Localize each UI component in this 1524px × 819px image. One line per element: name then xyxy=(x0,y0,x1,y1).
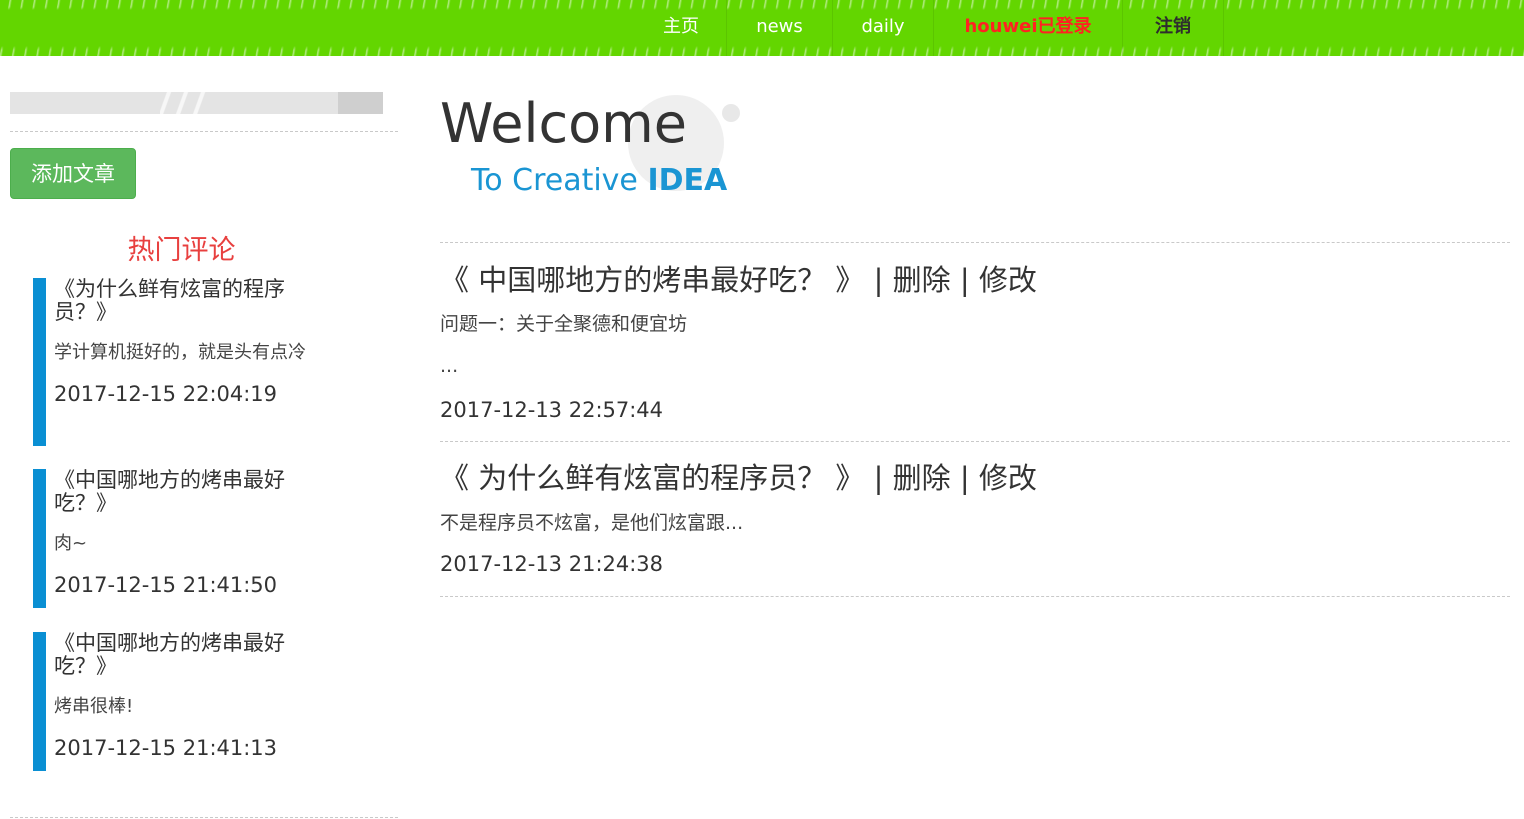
title-separator: | xyxy=(959,461,970,495)
title-separator: | xyxy=(873,263,884,297)
sidebar-divider-bottom xyxy=(10,817,398,818)
title-separator: | xyxy=(873,461,884,495)
article-heading: 《 为什么鲜有炫富的程序员？ 》 | 删除 | 修改 xyxy=(440,455,1037,497)
article-date: 2017-12-13 22:57:44 xyxy=(440,398,664,422)
hot-comment-item: 《为什么鲜有炫富的程序员？》 学计算机挺好的，就是头有点冷 2017-12-15… xyxy=(33,278,333,446)
comment-date: 2017-12-15 21:41:13 xyxy=(54,736,278,760)
page-tagline: To Creative IDEA xyxy=(471,163,727,198)
delete-article-link[interactable]: 删除 xyxy=(893,263,951,297)
nav-menu: 主页 news daily houwei已登录 注销 xyxy=(636,0,1224,56)
article-excerpt: 不是程序员不炫富，是他们炫富跟... xyxy=(440,512,744,534)
article-divider xyxy=(440,242,1510,243)
page-title: Welcome xyxy=(440,92,688,155)
add-article-button[interactable]: 添加文章 xyxy=(10,148,136,199)
tagline-prefix: To Creative xyxy=(471,163,638,198)
comment-article-title[interactable]: 《中国哪地方的烤串最好吃？》 xyxy=(54,632,333,678)
comment-date: 2017-12-15 21:41:50 xyxy=(54,573,278,597)
article-heading: 《 中国哪地方的烤串最好吃？ 》 | 删除 | 修改 xyxy=(440,257,1037,299)
sidebar-divider-top xyxy=(10,131,398,132)
search-bar-decoration xyxy=(160,92,210,114)
article-date: 2017-12-13 21:24:38 xyxy=(440,552,664,576)
comment-body: 肉~ xyxy=(54,533,88,554)
title-separator: | xyxy=(959,263,970,297)
decorative-dot xyxy=(722,104,740,122)
comment-article-title[interactable]: 《为什么鲜有炫富的程序员？》 xyxy=(54,278,333,324)
edit-article-link[interactable]: 修改 xyxy=(979,461,1037,495)
nav-item-logout[interactable]: 注销 xyxy=(1123,0,1224,56)
nav-item-user-status[interactable]: houwei已登录 xyxy=(934,0,1123,56)
hot-comment-item: 《中国哪地方的烤串最好吃？》 烤串很棒! 2017-12-15 21:41:13 xyxy=(33,632,333,771)
comment-body: 学计算机挺好的，就是头有点冷 xyxy=(54,342,306,363)
hot-comment-item: 《中国哪地方的烤串最好吃？》 肉~ 2017-12-15 21:41:50 xyxy=(33,469,333,608)
nav-item-news[interactable]: news xyxy=(727,0,833,56)
edit-article-link[interactable]: 修改 xyxy=(979,263,1037,297)
article-excerpt: 问题一：关于全聚德和便宜坊 xyxy=(440,313,688,335)
comment-article-title[interactable]: 《中国哪地方的烤串最好吃？》 xyxy=(54,469,333,515)
article-divider xyxy=(440,596,1510,597)
hot-comments-heading: 热门评论 xyxy=(127,235,236,266)
nav-item-daily[interactable]: daily xyxy=(833,0,934,56)
top-nav-bar: 主页 news daily houwei已登录 注销 xyxy=(0,0,1524,56)
search-input[interactable] xyxy=(10,92,383,114)
article-title-link[interactable]: 《 中国哪地方的烤串最好吃？ 》 xyxy=(440,263,864,297)
search-button[interactable] xyxy=(338,92,383,114)
comment-body: 烤串很棒! xyxy=(54,696,134,717)
nav-item-home[interactable]: 主页 xyxy=(636,0,727,56)
article-title-link[interactable]: 《 为什么鲜有炫富的程序员？ 》 xyxy=(440,461,864,495)
article-divider xyxy=(440,441,1510,442)
tagline-emphasis: IDEA xyxy=(647,163,728,198)
comment-date: 2017-12-15 22:04:19 xyxy=(54,382,278,406)
delete-article-link[interactable]: 删除 xyxy=(893,461,951,495)
article-excerpt-ellipsis: ... xyxy=(440,355,459,377)
